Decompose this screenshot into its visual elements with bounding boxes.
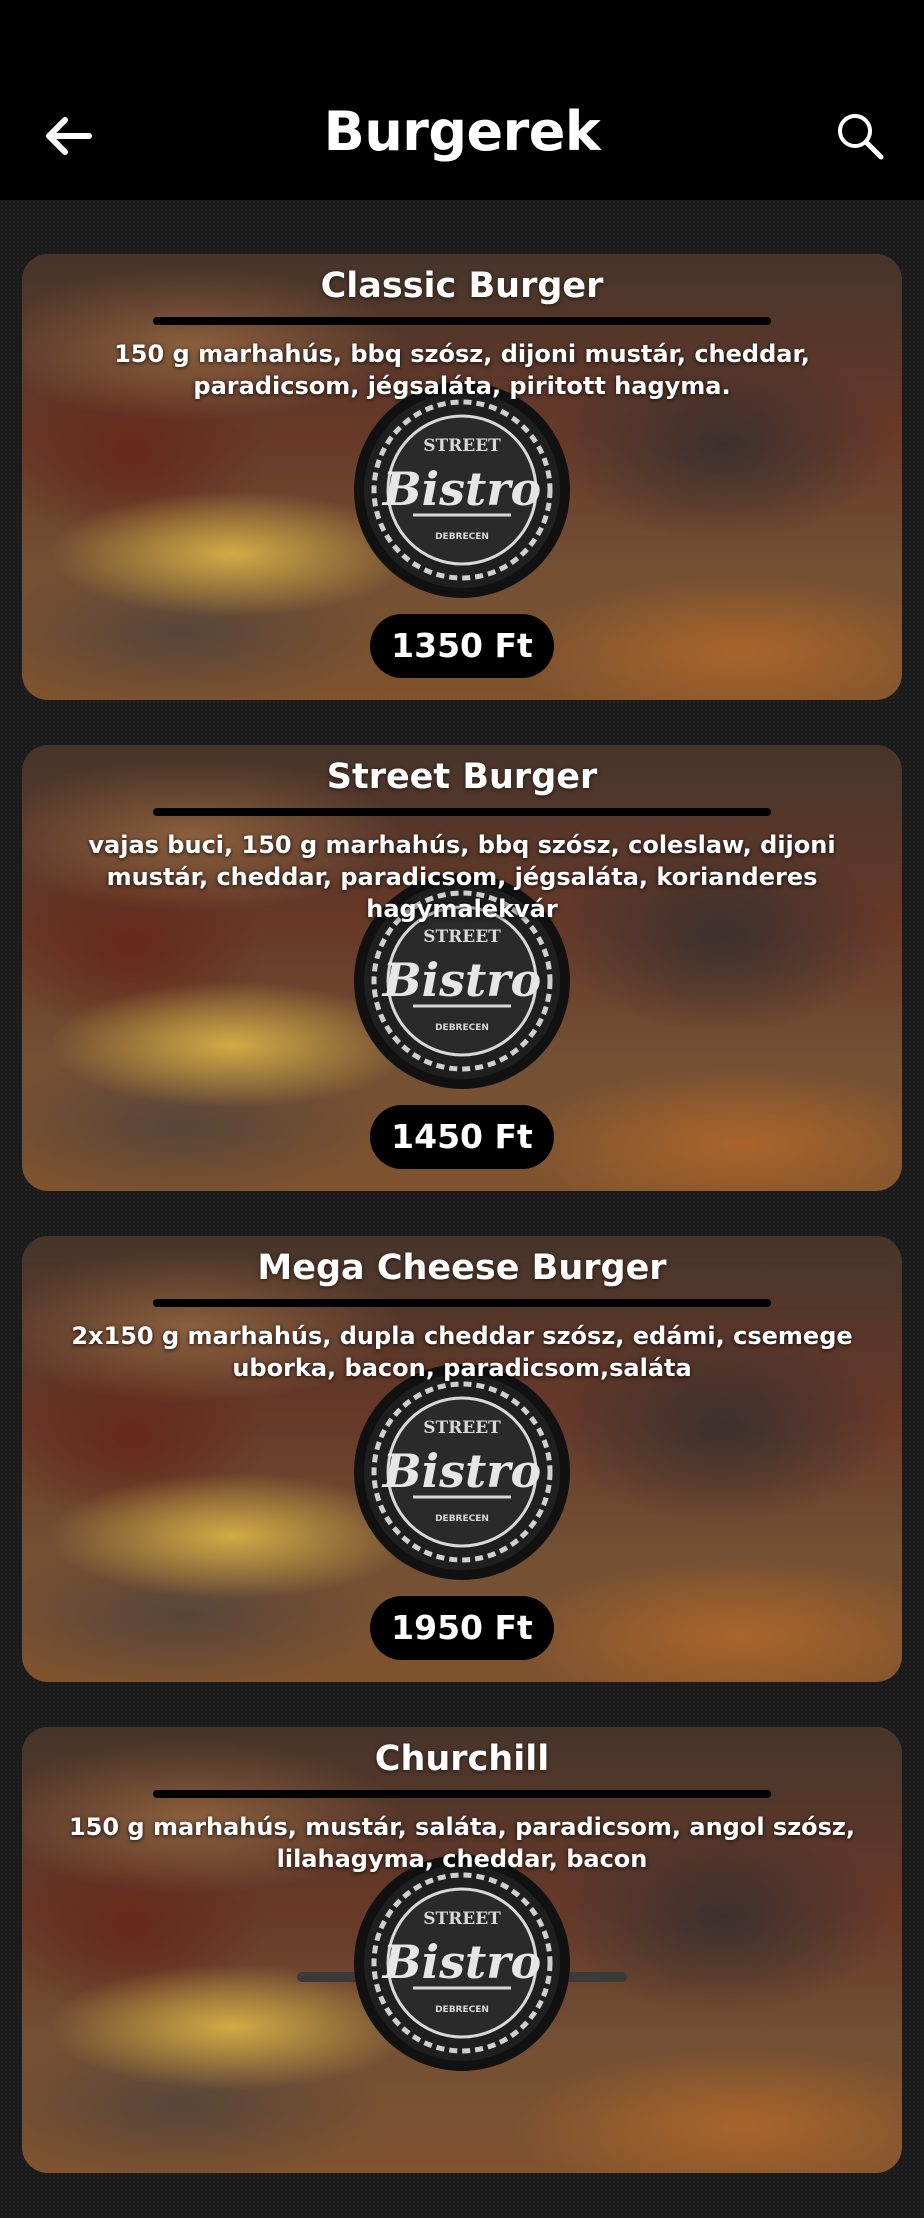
menu-item-card[interactable]: Street Burger vajas buci, 150 g marhahús… (22, 745, 902, 1191)
item-description: 150 g marhahús, bbq szósz, dijoni mustár… (114, 340, 810, 400)
street-bistro-logo: STREET Bistro DEBRECEN (354, 1855, 570, 2071)
logo-top-text: STREET (423, 1418, 501, 1438)
logo-script-text: Bistro (381, 462, 541, 516)
title-divider (153, 317, 771, 325)
logo-top-text: STREET (423, 1909, 501, 1929)
item-name: Mega Cheese Burger (257, 1248, 667, 1288)
logo-top-text: STREET (423, 927, 501, 947)
burger-list: Classic Burger 150 g marhahús, bbq szósz… (22, 254, 902, 2218)
status-bar (0, 0, 924, 70)
logo-script-text: Bistro (381, 1935, 541, 1989)
logo-script-text: Bistro (381, 953, 541, 1007)
menu-item-card[interactable]: Classic Burger 150 g marhahús, bbq szósz… (22, 254, 902, 700)
title-divider (153, 808, 771, 816)
logo-bottom-text: DEBRECEN (435, 532, 489, 542)
menu-item-card[interactable]: Churchill 150 g marhahús, mustár, saláta… (22, 1727, 902, 2173)
title-divider (153, 1790, 771, 1798)
price-badge: 1950 Ft (370, 1596, 554, 1660)
item-name: Churchill (374, 1739, 550, 1779)
page-title: Burgerek (323, 100, 601, 163)
logo-bottom-text: DEBRECEN (435, 2005, 489, 2015)
logo-top-text: STREET (423, 436, 501, 456)
street-bistro-logo: STREET Bistro DEBRECEN (354, 382, 570, 598)
item-description: 150 g marhahús, mustár, saláta, paradics… (68, 1813, 856, 1873)
menu-item-card[interactable]: Mega Cheese Burger 2x150 g marhahús, dup… (22, 1236, 902, 1682)
search-icon (838, 114, 884, 160)
logo-script-text: Bistro (381, 1444, 541, 1498)
app-bar: Burgerek (0, 70, 924, 200)
logo-bottom-text: DEBRECEN (435, 1023, 489, 1033)
price-badge: 1350 Ft (370, 614, 554, 678)
price-badge: 1450 Ft (370, 1105, 554, 1169)
title-divider (153, 1299, 771, 1307)
item-description: 2x150 g marhahús, dupla cheddar szósz, e… (71, 1322, 853, 1382)
item-name: Classic Burger (320, 266, 604, 306)
item-description: vajas buci, 150 g marhahús, bbq szósz, c… (88, 831, 836, 923)
search-button[interactable] (830, 106, 890, 166)
street-bistro-logo: STREET Bistro DEBRECEN (354, 1364, 570, 1580)
item-name: Street Burger (326, 757, 598, 797)
logo-bottom-text: DEBRECEN (435, 1514, 489, 1524)
